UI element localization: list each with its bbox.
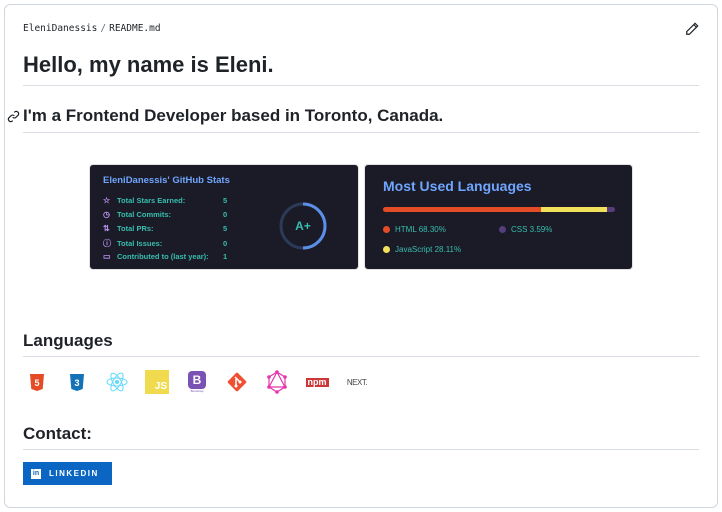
legend-javascript: JavaScript 28.11% [383, 245, 461, 254]
stat-row: ☆ Total Stars Earned: 5 [103, 196, 227, 205]
grade-text: A+ [295, 219, 311, 233]
legend-dot [499, 226, 506, 233]
languages-card-title: Most Used Languages [383, 178, 532, 194]
css3-icon: 3 [65, 370, 89, 394]
stat-label: Total Issues: [117, 239, 163, 248]
stat-label: Total Commits: [117, 210, 172, 219]
bootstrap-icon: B Bootstrap [185, 370, 209, 394]
stats-title: EleniDanessis' GitHub Stats [103, 175, 230, 186]
stat-row: ◷ Total Commits: 0 [103, 210, 227, 219]
tech-icons-row: 5 3 JS B Bootstrap npm NEXT. [25, 370, 369, 394]
stat-label: Contributed to (last year): [117, 252, 209, 261]
languages-heading: Languages [23, 331, 113, 350]
breadcrumb-separator: / [100, 23, 107, 34]
divider [23, 449, 699, 450]
language-bar [383, 207, 615, 212]
top-languages-card[interactable]: Most Used Languages HTML 68.30% CSS 3.59… [364, 164, 633, 270]
linkedin-button[interactable]: in LINKEDIN [23, 462, 112, 485]
subheading: I'm a Frontend Developer based in Toront… [23, 106, 444, 125]
npm-icon: npm [305, 370, 329, 394]
star-icon: ☆ [103, 196, 111, 205]
legend-dot [383, 246, 390, 253]
graphql-icon [265, 370, 289, 394]
repo-icon: ▭ [103, 252, 111, 261]
legend-label: CSS 3.59% [511, 225, 553, 234]
breadcrumb: EleniDanessis / README.md [23, 23, 161, 34]
stat-value: 5 [223, 224, 228, 233]
stat-label: Total Stars Earned: [117, 196, 186, 205]
stat-value: 0 [223, 239, 228, 248]
nextjs-icon: NEXT. [345, 370, 369, 394]
stat-row: ⇅ Total PRs: 5 [103, 224, 227, 233]
pencil-icon[interactable] [685, 22, 699, 36]
react-icon [105, 370, 129, 394]
issue-icon: ⓘ [103, 239, 111, 248]
divider [23, 85, 699, 86]
clock-icon: ◷ [103, 210, 110, 219]
linkedin-label: LINKEDIN [49, 469, 99, 478]
stat-label: Total PRs: [117, 224, 154, 233]
stat-row: ▭ Contributed to (last year): 1 [103, 252, 227, 261]
js-label: JS [154, 381, 167, 392]
divider [23, 356, 699, 357]
bootstrap-label: Bootstrap [190, 389, 204, 393]
language-bar-segment-css [606, 207, 615, 212]
linkedin-icon: in [31, 468, 41, 479]
language-bar-segment-javascript [541, 207, 607, 212]
stat-value: 5 [223, 196, 228, 205]
nextjs-label: NEXT. [346, 377, 368, 387]
legend-html: HTML 68.30% [383, 225, 446, 234]
stat-value: 1 [223, 252, 228, 261]
page-title: Hello, my name is Eleni. [23, 52, 274, 77]
legend-label: HTML 68.30% [395, 225, 446, 234]
javascript-icon: JS [145, 370, 169, 394]
stat-value: 0 [223, 210, 228, 219]
npm-label: npm [305, 376, 329, 387]
breadcrumb-file: README.md [109, 23, 161, 34]
svg-text:5: 5 [34, 378, 39, 388]
svg-text:3: 3 [74, 378, 79, 388]
github-stats-card[interactable]: EleniDanessis' GitHub Stats ☆ Total Stars… [89, 164, 359, 270]
legend-css: CSS 3.59% [499, 225, 552, 234]
contact-heading: Contact: [23, 424, 92, 443]
stat-row: ⓘ Total Issues: 0 [103, 238, 227, 249]
language-bar-segment-html [383, 207, 542, 212]
html5-icon: 5 [25, 370, 49, 394]
pull-request-icon: ⇅ [103, 224, 110, 233]
legend-dot [383, 226, 390, 233]
divider [23, 132, 699, 133]
legend-label: JavaScript 28.11% [395, 245, 462, 254]
bootstrap-logo: B [188, 371, 206, 389]
link-icon[interactable] [7, 110, 20, 123]
git-icon [225, 370, 249, 394]
breadcrumb-user[interactable]: EleniDanessis [23, 23, 97, 34]
